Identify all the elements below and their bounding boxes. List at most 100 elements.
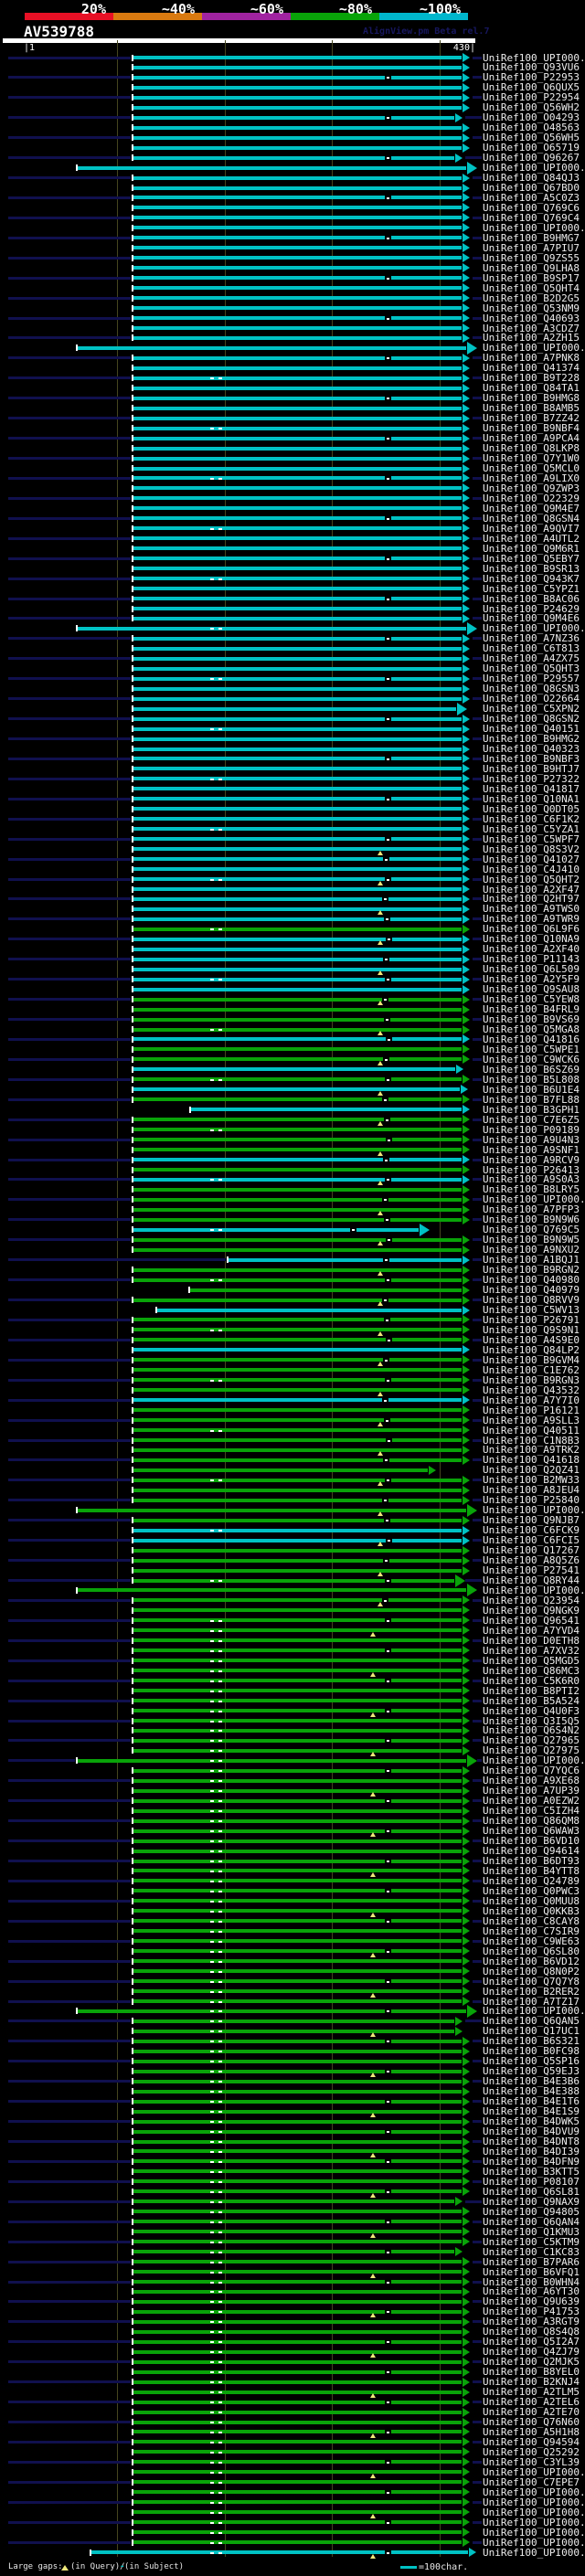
- hit-bar[interactable]: [133, 256, 462, 260]
- hit-bar[interactable]: [133, 737, 462, 741]
- hit-bar[interactable]: [133, 847, 462, 852]
- hit-label[interactable]: UniRef100_UPI000..: [483, 2538, 585, 2548]
- hit-bar[interactable]: [133, 1979, 462, 1984]
- hit-label[interactable]: UniRef100_Q5QHT2: [483, 875, 580, 885]
- hit-bar[interactable]: [133, 1187, 462, 1192]
- hit-bar[interactable]: [133, 2200, 454, 2204]
- hit-bar[interactable]: [133, 1247, 462, 1252]
- hit-bar[interactable]: [133, 1057, 462, 1062]
- hit-bar[interactable]: [133, 1478, 462, 1482]
- hit-label[interactable]: UniRef100_A9SNF1: [483, 1145, 580, 1155]
- hit-bar[interactable]: [78, 2009, 466, 2013]
- hit-bar[interactable]: [78, 165, 466, 170]
- hit-bar[interactable]: [133, 1428, 462, 1433]
- hit-bar[interactable]: [133, 716, 462, 721]
- hit-bar[interactable]: [133, 666, 462, 671]
- hit-label[interactable]: UniRef100_Q41027: [483, 854, 580, 864]
- hit-bar[interactable]: [133, 2210, 462, 2214]
- hit-bar[interactable]: [78, 1758, 466, 1763]
- hit-bar[interactable]: [133, 2480, 462, 2485]
- hit-bar[interactable]: [133, 947, 462, 951]
- hit-bar[interactable]: [133, 2270, 462, 2274]
- hit-bar[interactable]: [133, 2230, 462, 2234]
- hit-bar[interactable]: [133, 226, 462, 230]
- hit-bar[interactable]: [133, 1738, 462, 1743]
- hit-bar[interactable]: [133, 1358, 462, 1362]
- hit-bar[interactable]: [133, 567, 462, 571]
- hit-bar[interactable]: [133, 1267, 462, 1272]
- hit-label[interactable]: UniRef100_B7PAR6: [483, 2257, 580, 2267]
- hit-bar[interactable]: [78, 1588, 466, 1593]
- hit-bar[interactable]: [133, 326, 462, 331]
- hit-label[interactable]: UniRef100_Q7Q7Y8: [483, 1977, 580, 1987]
- hit-bar[interactable]: [133, 1128, 462, 1132]
- hit-bar[interactable]: [133, 1498, 462, 1502]
- hit-bar[interactable]: [133, 2049, 462, 2053]
- hit-bar[interactable]: [133, 1168, 462, 1171]
- hit-bar[interactable]: [133, 56, 462, 59]
- hit-bar[interactable]: [133, 376, 462, 380]
- hit-bar[interactable]: [133, 366, 462, 370]
- hit-bar[interactable]: [133, 1909, 462, 1913]
- hit-bar[interactable]: [133, 646, 462, 651]
- hit-bar[interactable]: [133, 747, 462, 751]
- hit-bar[interactable]: [133, 1077, 462, 1082]
- hit-bar[interactable]: [133, 726, 462, 731]
- hit-bar[interactable]: [133, 757, 462, 761]
- hit-bar[interactable]: [133, 2460, 462, 2465]
- hit-bar[interactable]: [133, 1378, 462, 1383]
- hit-bar[interactable]: [133, 2109, 462, 2114]
- hit-bar[interactable]: [133, 1929, 462, 1934]
- hit-bar[interactable]: [133, 2440, 462, 2444]
- hit-bar[interactable]: [133, 787, 462, 791]
- hit-bar[interactable]: [133, 1999, 462, 2004]
- hit-bar[interactable]: [133, 1788, 462, 1793]
- hit-bar[interactable]: [133, 2299, 462, 2304]
- hit-label[interactable]: UniRef100_UPI000..: [483, 2528, 585, 2538]
- hit-bar[interactable]: [133, 1578, 454, 1583]
- hit-label[interactable]: UniRef100_B6VFQ1: [483, 2267, 580, 2277]
- hit-bar[interactable]: [133, 2220, 462, 2224]
- hit-bar[interactable]: [133, 1438, 462, 1443]
- hit-bar[interactable]: [133, 2500, 462, 2505]
- hit-bar[interactable]: [133, 2390, 462, 2394]
- hit-bar[interactable]: [133, 656, 462, 661]
- hit-bar[interactable]: [133, 2369, 462, 2374]
- hit-bar[interactable]: [157, 1308, 462, 1312]
- hit-bar[interactable]: [133, 1227, 419, 1232]
- hit-label[interactable]: UniRef100_B2D2G5: [483, 293, 580, 303]
- hit-bar[interactable]: [133, 2349, 462, 2354]
- hit-label[interactable]: UniRef100_Q4U0F3: [483, 1706, 580, 1716]
- hit-bar[interactable]: [133, 1728, 462, 1733]
- hit-bar[interactable]: [133, 1869, 462, 1873]
- hit-bar[interactable]: [133, 767, 462, 771]
- hit-bar[interactable]: [133, 1027, 462, 1032]
- hit-bar[interactable]: [133, 896, 462, 901]
- hit-bar[interactable]: [133, 1618, 462, 1623]
- hit-bar[interactable]: [133, 2359, 462, 2364]
- hit-bar[interactable]: [133, 355, 462, 360]
- hit-bar[interactable]: [133, 1598, 462, 1603]
- hit-bar[interactable]: [133, 706, 456, 711]
- hit-bar[interactable]: [133, 2510, 462, 2515]
- hit-label[interactable]: UniRef100_C5KTM9: [483, 2237, 580, 2247]
- hit-bar[interactable]: [133, 1679, 462, 1683]
- hit-bar[interactable]: [133, 1318, 462, 1322]
- hit-bar[interactable]: [133, 2189, 462, 2194]
- hit-bar[interactable]: [133, 246, 462, 250]
- hit-bar[interactable]: [133, 1368, 462, 1373]
- hit-bar[interactable]: [133, 957, 462, 961]
- hit-bar[interactable]: [133, 1879, 462, 1883]
- hit-bar[interactable]: [133, 797, 462, 801]
- hit-bar[interactable]: [191, 1108, 462, 1112]
- hit-bar[interactable]: [133, 466, 462, 471]
- hit-bar[interactable]: [133, 316, 462, 321]
- hit-bar[interactable]: [133, 85, 462, 90]
- hit-label[interactable]: UniRef100_A9SLL3: [483, 1415, 580, 1426]
- hit-bar[interactable]: [133, 1699, 462, 1703]
- hit-bar[interactable]: [133, 977, 462, 981]
- hit-bar[interactable]: [133, 2380, 462, 2384]
- hit-bar[interactable]: [78, 345, 466, 350]
- hit-bar[interactable]: [133, 1037, 462, 1042]
- hit-bar[interactable]: [133, 216, 462, 220]
